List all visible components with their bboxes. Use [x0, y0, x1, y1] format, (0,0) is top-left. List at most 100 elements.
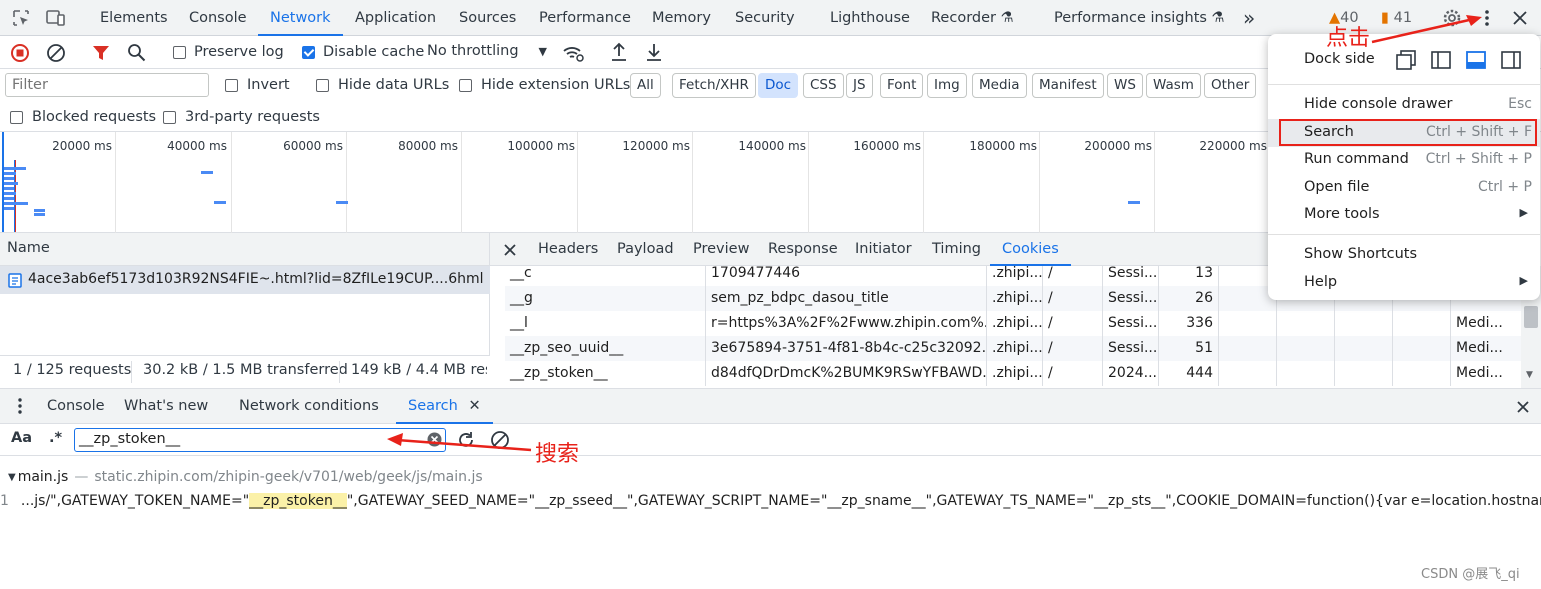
cookie-domain: .zhipi... — [986, 311, 1042, 336]
third-party-box[interactable] — [163, 110, 176, 124]
timeline-gridline — [577, 132, 578, 233]
export-har-icon[interactable] — [645, 42, 663, 62]
dock-bottom-icon[interactable] — [1466, 50, 1486, 70]
filter-chip-js[interactable]: JS — [846, 73, 873, 98]
request-row[interactable]: 4ace3ab6ef5173d103R92NS4FIE~.html?lid=8Z… — [0, 266, 490, 294]
dock-left-icon[interactable] — [1431, 50, 1451, 70]
filter-chip-css[interactable]: CSS — [803, 73, 844, 98]
table-row[interactable]: __l r=https%3A%2F%2Fwww.zhipin.com%... .… — [505, 311, 1521, 336]
clear-icon[interactable] — [46, 43, 66, 63]
throttling-select[interactable]: No throttling ▼ — [427, 43, 547, 59]
device-toolbar-icon[interactable] — [46, 9, 66, 27]
filter-chip-media[interactable]: Media — [972, 73, 1027, 98]
blocked-requests-checkbox[interactable]: Blocked requests — [10, 109, 156, 125]
network-overview-timeline[interactable]: 20000 ms 40000 ms 60000 ms 80000 ms 1000… — [0, 132, 1270, 233]
filter-chip-ws[interactable]: WS — [1107, 73, 1143, 98]
hide-data-urls-box[interactable] — [316, 78, 329, 92]
filter-icon[interactable] — [92, 44, 110, 62]
waterfall-bar — [336, 201, 348, 204]
drawer-tab-whats-new[interactable]: What's new — [124, 389, 208, 424]
close-tab-icon[interactable]: ✕ — [468, 398, 480, 414]
menu-item-open-file[interactable]: Open file Ctrl + P — [1268, 174, 1540, 202]
filter-chip-font[interactable]: Font — [880, 73, 924, 98]
hide-data-urls-checkbox[interactable]: Hide data URLs — [316, 77, 449, 93]
close-devtools-icon[interactable] — [1512, 10, 1528, 26]
more-tabs-button[interactable]: » — [1243, 0, 1255, 36]
tab-headers[interactable]: Headers — [538, 233, 598, 266]
invert-box[interactable] — [225, 78, 238, 92]
undock-icon[interactable] — [1396, 50, 1416, 70]
blocked-requests-box[interactable] — [10, 110, 23, 124]
tab-performance-insights[interactable]: Performance insights ⚗ — [1054, 0, 1225, 36]
tab-security[interactable]: Security — [735, 0, 795, 36]
tab-timing[interactable]: Timing — [932, 233, 981, 266]
stop-recording-icon[interactable] — [10, 43, 30, 63]
invert-checkbox[interactable]: Invert — [225, 77, 290, 93]
scrollbar-thumb[interactable] — [1524, 306, 1538, 328]
tab-payload[interactable]: Payload — [617, 233, 674, 266]
result-line[interactable]: 1 ...js/",GATEWAY_TOKEN_NAME=" __zp_stoke… — [0, 491, 1541, 511]
timeline-gridline — [808, 132, 809, 233]
hide-extension-urls-checkbox[interactable]: Hide extension URLs — [459, 77, 630, 93]
tab-recorder[interactable]: Recorder ⚗ — [931, 0, 1014, 36]
filter-chip-img[interactable]: Img — [927, 73, 967, 98]
cookie-priority: Medi... — [1450, 361, 1506, 386]
match-case-button[interactable]: Aa — [11, 430, 32, 446]
preserve-log-checkbox[interactable]: Preserve log — [173, 44, 284, 60]
tab-response[interactable]: Response — [768, 233, 838, 266]
disable-cache-checkbox[interactable]: Disable cache — [302, 44, 424, 60]
menu-item-help[interactable]: Help ▶ — [1268, 269, 1540, 297]
menu-item-label: Show Shortcuts — [1304, 246, 1418, 262]
filter-chip-doc[interactable]: Doc — [758, 73, 799, 98]
tab-network[interactable]: Network — [258, 0, 343, 36]
drawer-tab-network-conditions[interactable]: Network conditions — [239, 389, 379, 424]
regex-button[interactable]: .* — [49, 430, 62, 446]
dock-right-icon[interactable] — [1501, 50, 1521, 70]
result-file-header[interactable]: ▼ main.js — static.zhipin.com/zhipin-gee… — [8, 469, 483, 485]
preserve-log-box[interactable] — [173, 45, 186, 59]
drawer-tab-search[interactable]: Search ✕ — [396, 389, 493, 424]
table-row[interactable]: __zp_seo_uuid__ 3e675894-3751-4f81-8b4c-… — [505, 336, 1521, 361]
filter-chip-all[interactable]: All — [630, 73, 661, 98]
menu-item-hide-console-drawer[interactable]: Hide console drawer Esc — [1268, 91, 1540, 119]
tab-cookies[interactable]: Cookies — [990, 233, 1071, 266]
flask-icon: ⚗ — [1211, 10, 1225, 26]
third-party-label: 3rd-party requests — [185, 109, 320, 125]
result-line-number: 1 — [0, 493, 9, 509]
filter-chip-fetch-xhr[interactable]: Fetch/XHR — [672, 73, 756, 98]
filter-chip-manifest[interactable]: Manifest — [1032, 73, 1104, 98]
tab-lighthouse[interactable]: Lighthouse — [830, 0, 910, 36]
import-har-icon[interactable] — [610, 42, 628, 62]
tab-memory[interactable]: Memory — [652, 0, 711, 36]
tab-performance[interactable]: Performance — [539, 0, 631, 36]
cookie-col — [1334, 361, 1392, 386]
drawer-tab-console[interactable]: Console — [47, 389, 105, 424]
search-icon[interactable] — [127, 43, 146, 62]
inspect-element-icon[interactable] — [12, 9, 30, 27]
name-column-header[interactable]: Name — [7, 240, 50, 256]
menu-item-run-command[interactable]: Run command Ctrl + Shift + P — [1268, 146, 1540, 174]
tab-elements[interactable]: Elements — [100, 0, 168, 36]
click-annotation: 点击 — [1326, 26, 1371, 51]
menu-item-more-tools[interactable]: More tools ▶ — [1268, 201, 1540, 229]
drawer-menu-icon[interactable] — [16, 397, 24, 415]
filter-chip-other[interactable]: Other — [1204, 73, 1257, 98]
tab-sources[interactable]: Sources — [459, 0, 516, 36]
network-conditions-icon[interactable] — [562, 43, 584, 63]
hide-extension-urls-box[interactable] — [459, 78, 472, 92]
scroll-down-arrow-icon[interactable]: ▼ — [1526, 370, 1533, 380]
table-row[interactable]: __zp_stoken__ d84dfQDrDmcK%2BUMK9RSwYFBA… — [505, 361, 1521, 386]
disable-cache-box[interactable] — [302, 45, 315, 59]
menu-item-show-shortcuts[interactable]: Show Shortcuts — [1268, 241, 1540, 269]
request-details-tabs: Headers Payload Preview Response Initiat… — [490, 233, 1270, 266]
tab-preview[interactable]: Preview — [693, 233, 749, 266]
tab-application[interactable]: Application — [355, 0, 436, 36]
filter-input[interactable] — [5, 73, 209, 97]
third-party-checkbox[interactable]: 3rd-party requests — [163, 109, 320, 125]
tab-initiator[interactable]: Initiator — [855, 233, 912, 266]
filter-chip-wasm[interactable]: Wasm — [1146, 73, 1201, 98]
tab-console[interactable]: Console — [189, 0, 247, 36]
close-drawer-icon[interactable] — [1516, 400, 1530, 414]
cookie-path: / — [1042, 286, 1102, 311]
close-details-icon[interactable] — [503, 243, 517, 257]
